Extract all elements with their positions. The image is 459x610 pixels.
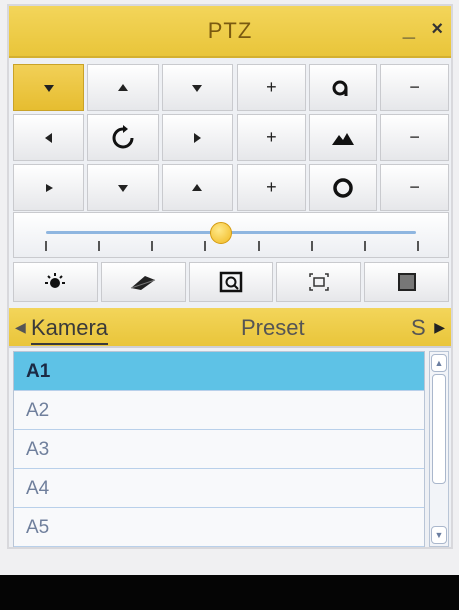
pan-down-right-button[interactable] <box>161 164 233 211</box>
slider-knob[interactable] <box>209 222 232 244</box>
arrow-down-right-icon <box>192 183 203 191</box>
scroll-down-icon[interactable]: ▼ <box>431 526 447 544</box>
iris-label <box>308 164 378 211</box>
slider-tick <box>363 241 366 251</box>
arrow-up-icon <box>117 83 128 91</box>
iris-icon <box>333 177 353 198</box>
arrow-left-icon <box>44 132 52 143</box>
slider-tick <box>417 241 419 251</box>
ptz-panel: PTZ _ × + − + − + − ◀ Kamera Preset S ▶ … <box>7 4 453 549</box>
zoom-out-button[interactable]: − <box>380 64 449 111</box>
list-scrollbar[interactable]: ▲ ▼ <box>429 351 449 547</box>
active-tab-underline <box>31 343 109 345</box>
pan-left-button[interactable] <box>13 114 85 161</box>
iris-close-button[interactable]: − <box>380 164 449 211</box>
arrow-right-icon <box>194 132 202 143</box>
zoom-icon <box>332 80 348 96</box>
focus-label <box>308 114 378 161</box>
pan-right-button[interactable] <box>161 114 233 161</box>
wiper-button[interactable] <box>100 262 186 302</box>
pan-up-left-button[interactable] <box>13 64 85 111</box>
scrollbar-thumb[interactable] <box>432 374 446 484</box>
rotate-icon <box>112 124 134 148</box>
slider-tick <box>204 241 207 251</box>
function-buttons <box>13 262 449 302</box>
wiper-icon <box>131 276 156 290</box>
slider-tick <box>45 241 47 251</box>
focus-icon <box>331 132 354 145</box>
focus-far-button[interactable]: − <box>380 114 449 161</box>
tab-scroll-right-icon[interactable]: ▶ <box>434 319 445 336</box>
zoom-label <box>308 64 378 111</box>
bottom-bar <box>0 575 459 610</box>
tab-label: Kamera <box>31 315 109 340</box>
arrow-up-right-icon <box>192 84 203 92</box>
tab-s[interactable]: S <box>411 315 426 341</box>
tab-scroll-left-icon[interactable]: ◀ <box>15 319 26 336</box>
list-item[interactable]: A4 <box>14 469 424 508</box>
tab-preset[interactable]: Preset <box>241 315 305 341</box>
lens-controls: + − + − + − <box>237 64 449 211</box>
light-icon <box>45 273 66 288</box>
window-title: PTZ <box>207 18 253 43</box>
arrow-down-icon <box>117 184 128 192</box>
direction-pad <box>13 64 233 211</box>
iris-open-button[interactable]: + <box>237 164 306 211</box>
tab-bar: ◀ Kamera Preset S ▶ <box>9 308 451 348</box>
title-bar: PTZ _ × <box>9 6 451 58</box>
center-icon <box>309 273 329 291</box>
focus-near-button[interactable]: + <box>237 114 306 161</box>
3d-zoom-icon <box>219 271 243 293</box>
list-item[interactable]: A1 <box>14 352 424 391</box>
menu-button[interactable] <box>364 262 449 302</box>
menu-icon <box>397 273 416 291</box>
tilt-up-button[interactable] <box>87 64 159 111</box>
tilt-down-button[interactable] <box>87 164 159 211</box>
slider-tick <box>98 241 101 251</box>
list-item[interactable]: A2 <box>14 391 424 430</box>
speed-slider[interactable] <box>13 212 449 258</box>
close-button[interactable]: × <box>431 18 443 40</box>
slider-tick <box>151 241 154 251</box>
auto-rotate-button[interactable] <box>87 114 159 161</box>
3d-zoom-button[interactable] <box>188 262 274 302</box>
scroll-up-icon[interactable]: ▲ <box>431 354 447 372</box>
minimize-button[interactable]: _ <box>403 18 415 40</box>
light-button[interactable] <box>13 262 98 302</box>
pan-up-right-button[interactable] <box>161 64 233 111</box>
arrow-up-left-icon <box>43 84 54 92</box>
list-item[interactable]: A3 <box>14 430 424 469</box>
camera-list: A1 A2 A3 A4 A5 <box>13 351 425 547</box>
arrow-down-left-icon <box>45 183 53 192</box>
center-button[interactable] <box>276 262 362 302</box>
slider-tick <box>257 241 260 251</box>
tab-kamera[interactable]: Kamera <box>31 315 109 345</box>
list-item[interactable]: A5 <box>14 508 424 547</box>
pan-down-left-button[interactable] <box>13 164 85 211</box>
zoom-in-button[interactable]: + <box>237 64 306 111</box>
slider-tick <box>310 241 313 251</box>
